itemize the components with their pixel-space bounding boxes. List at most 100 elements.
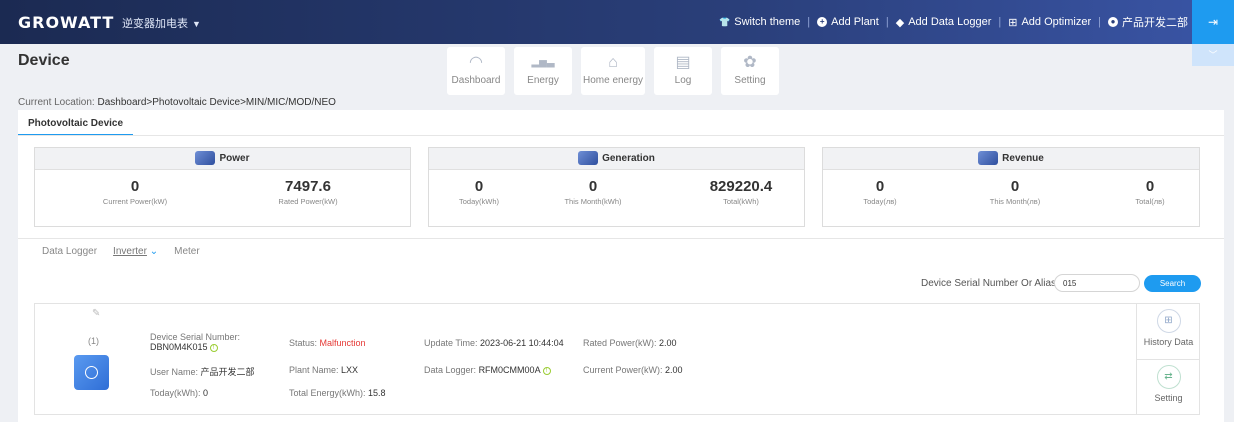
add-plant-link[interactable]: + Add Plant: [817, 16, 879, 28]
chevron-down-icon: ⌄: [149, 246, 159, 257]
divider: |: [807, 16, 811, 28]
log-icon: ▤: [675, 54, 691, 71]
switch-theme-link[interactable]: 👕 Switch theme: [719, 16, 800, 28]
status-value: Malfunction: [319, 338, 366, 348]
serial-label: Device Serial Number:: [150, 332, 241, 342]
data-logger-field: Data Logger: RFM0CMM00A!: [424, 365, 551, 375]
history-data-label: History Data: [1143, 337, 1194, 347]
home-icon: ⌂: [608, 54, 618, 71]
user-account-label: 产品开发二部: [1122, 17, 1188, 29]
power-icon: [195, 151, 216, 166]
tab-photovoltaic-device[interactable]: Photovoltaic Device: [18, 114, 134, 136]
rated-power-value: 7497.6: [285, 178, 331, 195]
divider: |: [885, 16, 889, 28]
gen-today-stat: 0 Today(kWh): [439, 178, 519, 206]
generation-icon: [578, 151, 599, 166]
gauge-icon: ◠: [469, 54, 483, 71]
serial-value: DBN0M4K015: [150, 342, 208, 352]
gear-icon: ✿: [743, 54, 757, 71]
gen-month-stat: 0 This Month(kWh): [553, 178, 633, 206]
nav-energy[interactable]: ▂▅▃ Energy: [514, 47, 572, 95]
search-label: Device Serial Number Or Alias:: [921, 278, 1059, 289]
search-button[interactable]: Search: [1144, 275, 1201, 292]
growatt-logo[interactable]: GROWATT: [18, 13, 114, 32]
logout-icon: ⇥: [1207, 15, 1219, 29]
rated-power-stat: 7497.6 Rated Power(kW): [248, 178, 368, 206]
nav-setting[interactable]: ✿ Setting: [721, 47, 779, 95]
user-account-link[interactable]: ● 产品开发二部: [1108, 14, 1188, 30]
device-setting-label: Setting: [1154, 393, 1183, 403]
total-energy-value: 15.8: [368, 388, 386, 398]
search-input[interactable]: [1054, 274, 1140, 292]
device-type-tabs: Data Logger Inverter ⌄ Meter: [42, 246, 200, 257]
revenue-title: Revenue: [1002, 153, 1044, 164]
rev-month-stat: 0 This Month(лв): [975, 178, 1055, 206]
rated-power-field: Rated Power(kW): 2.00: [583, 338, 677, 348]
revenue-icon: [978, 151, 999, 166]
plant-selector[interactable]: 逆变器加电表 ▼: [122, 15, 201, 31]
power-card-header: Power: [35, 148, 410, 170]
today-energy-label: Today(kWh):: [150, 388, 201, 398]
plant-name-label: Plant Name:: [289, 365, 339, 375]
info-icon[interactable]: !: [542, 366, 551, 375]
user-name-label: User Name:: [150, 367, 199, 377]
gen-today-value: 0: [474, 178, 484, 195]
nav-dashboard[interactable]: ◠ Dashboard: [447, 47, 505, 95]
chevron-down-icon: ▼: [192, 19, 201, 29]
rated-power-label: Rated Power(kW): [278, 197, 338, 206]
add-plant-label: Add Plant: [831, 16, 879, 28]
tab-inverter[interactable]: Inverter ⌄: [113, 246, 158, 257]
today-energy-value: 0: [203, 388, 209, 398]
current-power-value: 2.00: [665, 365, 683, 375]
device-index: (1): [88, 336, 99, 346]
nav-setting-label: Setting: [734, 75, 766, 86]
rev-total-value: 0: [1145, 178, 1155, 195]
collapse-button[interactable]: ﹀: [1192, 44, 1234, 66]
generation-title: Generation: [602, 153, 655, 164]
device-actions: ⊞ History Data ⇄ Setting: [1136, 304, 1200, 414]
revenue-card: Revenue 0 Today(лв) 0 This Month(лв) 0 Tota…: [822, 147, 1200, 227]
device-card: ✎ (1) Device Serial Number: DBN0M4K015! …: [34, 303, 1200, 415]
info-icon[interactable]: !: [209, 343, 218, 352]
rev-today-value: 0: [875, 178, 885, 195]
data-logger-label: Data Logger:: [424, 365, 477, 375]
power-card: Power 0 Current Power(kW) 7497.6 Rated Pow…: [34, 147, 411, 227]
bar-chart-icon: ▂▅▃: [531, 57, 555, 68]
nav-home-energy-label: Home energy: [582, 75, 644, 86]
nav-home-energy[interactable]: ⌂ Home energy: [581, 47, 645, 95]
main-panel: Photovoltaic Device Power 0 Current Power…: [18, 110, 1224, 422]
rev-month-label: This Month(лв): [989, 197, 1041, 206]
rev-month-value: 0: [1010, 178, 1020, 195]
inverter-icon[interactable]: [74, 355, 109, 390]
device-setting-button[interactable]: ⇄ Setting: [1137, 359, 1200, 414]
user-icon: ●: [1108, 17, 1118, 27]
add-optimizer-link[interactable]: ⊞ Add Optimizer: [1008, 16, 1091, 29]
generation-card: Generation 0 Today(kWh) 0 This Month(kWh) …: [428, 147, 805, 227]
logout-button[interactable]: ⇥: [1192, 0, 1234, 44]
divider: |: [998, 16, 1002, 28]
breadcrumb-path[interactable]: Dashboard>Photovoltaic Device>MIN/MIC/MO…: [98, 97, 336, 108]
nav-energy-label: Energy: [527, 75, 559, 86]
edit-icon[interactable]: ✎: [92, 308, 100, 319]
divider: [18, 238, 1224, 239]
power-title: Power: [219, 153, 250, 164]
status-field: Status: Malfunction: [289, 338, 366, 348]
add-data-logger-label: Add Data Logger: [908, 16, 992, 28]
current-power-field: Current Power(kW): 2.00: [583, 365, 683, 375]
rev-total-label: Total(лв): [1135, 197, 1165, 206]
history-data-button[interactable]: ⊞ History Data: [1137, 304, 1200, 359]
divider: [18, 135, 1224, 136]
plus-circle-icon: +: [817, 17, 828, 27]
today-energy-field: Today(kWh): 0: [150, 388, 208, 398]
total-energy-field: Total Energy(kWh): 15.8: [289, 388, 386, 398]
nav-dashboard-label: Dashboard: [451, 75, 501, 86]
serial-value-field: DBN0M4K015!: [150, 342, 218, 352]
header-links: 👕 Switch theme | + Add Plant | ◆ Add Data L…: [719, 14, 1188, 30]
tab-data-logger[interactable]: Data Logger: [42, 246, 97, 257]
add-data-logger-link[interactable]: ◆ Add Data Logger: [896, 16, 992, 29]
tab-inverter-label: Inverter: [113, 246, 147, 257]
tab-meter[interactable]: Meter: [174, 246, 200, 257]
total-energy-label: Total Energy(kWh):: [289, 388, 366, 398]
current-power-label: Current Power(kW):: [583, 365, 663, 375]
nav-log[interactable]: ▤ Log: [654, 47, 712, 95]
